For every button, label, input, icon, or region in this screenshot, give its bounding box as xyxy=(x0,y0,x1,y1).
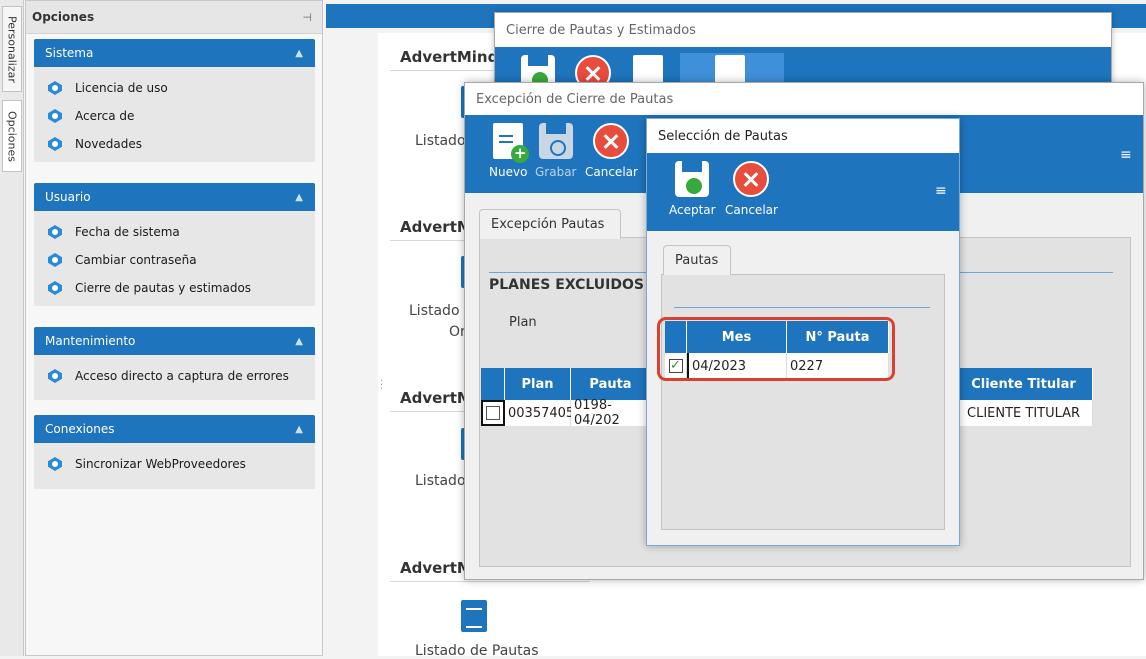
group-usuario: Usuario ▲ Fecha de sistema Cambiar contra… xyxy=(34,183,315,306)
option-acerca[interactable]: Acerca de xyxy=(34,102,315,130)
option-licencia[interactable]: Licencia de uso xyxy=(34,74,315,102)
option-label: Novedades xyxy=(75,137,143,151)
listado-pautas-label[interactable]: Listado de Pautas xyxy=(415,643,539,659)
group-sistema: Sistema ▲ Licencia de uso Acerca de Noved… xyxy=(34,39,315,162)
option-contrasena[interactable]: Cambiar contraseña xyxy=(34,246,315,274)
window-title: Cierre de Pautas y Estimados xyxy=(506,22,696,38)
chevron-up-icon[interactable]: ▲ xyxy=(295,192,303,203)
options-panel-header: Opciones ⊣ xyxy=(26,1,322,34)
cancelar-button[interactable]: Cancelar xyxy=(725,161,778,217)
option-sincronizar[interactable]: Sincronizar WebProveedores xyxy=(34,450,315,478)
option-fecha[interactable]: Fecha de sistema xyxy=(34,218,315,246)
menu-icon[interactable]: ≡ xyxy=(1120,147,1132,163)
group-title: Sistema xyxy=(45,46,94,60)
grid-header-pauta[interactable]: Pauta xyxy=(571,368,651,400)
cancel-icon xyxy=(733,161,770,197)
grabar-label: Grabar xyxy=(535,165,577,179)
group-mantenimiento: Mantenimiento ▲ Acceso directo a captura … xyxy=(34,327,315,400)
cancelar-label: Cancelar xyxy=(585,165,638,179)
tab-pautas[interactable]: Pautas xyxy=(663,245,731,275)
row-checkbox[interactable] xyxy=(481,400,505,426)
save-icon xyxy=(538,123,573,159)
option-cierre[interactable]: Cierre de pautas y estimados xyxy=(34,274,315,302)
highlight-annotation xyxy=(657,317,895,381)
listado-label[interactable]: Listado xyxy=(409,303,460,319)
group-header-conexiones[interactable]: Conexiones ▲ xyxy=(34,415,315,443)
option-icon xyxy=(47,224,63,240)
window-title: Selección de Pautas xyxy=(647,119,959,153)
section-title: AdvertM xyxy=(400,218,472,236)
group-header-mantenimiento[interactable]: Mantenimiento ▲ xyxy=(34,327,315,355)
section-title: AdvertMind xyxy=(400,48,499,66)
grid-cell[interactable]: 0198-04/202 xyxy=(571,398,651,428)
group-title: Usuario xyxy=(45,190,91,204)
tab-personalizar-label: Personalizar xyxy=(5,15,19,83)
window-title: Excepción de Cierre de Pautas xyxy=(465,83,1143,115)
option-icon xyxy=(47,456,63,472)
plan-label: Plan xyxy=(509,315,537,330)
new-document-icon: + xyxy=(493,123,530,163)
toolbar: Aceptar Cancelar ≡ xyxy=(647,153,959,231)
option-label: Sincronizar WebProveedores xyxy=(75,457,246,471)
cancelar-label: Cancelar xyxy=(725,203,778,217)
option-label: Cambiar contraseña xyxy=(75,253,197,267)
accept-icon xyxy=(675,161,710,197)
option-label: Acerca de xyxy=(75,109,135,123)
option-label: Licencia de uso xyxy=(75,81,168,95)
option-captura-errores[interactable]: Acceso directo a captura de errores xyxy=(34,362,315,390)
cancelar-button[interactable]: Cancelar xyxy=(585,123,638,179)
grid-cell[interactable]: CLIENTE TITULAR xyxy=(955,400,1093,426)
options-panel: Opciones ⊣ Sistema ▲ Licencia de uso Acer… xyxy=(25,0,323,656)
listado-label[interactable]: Listado xyxy=(415,133,466,149)
chevron-up-icon[interactable]: ▲ xyxy=(295,48,303,59)
pin-icon[interactable]: ⊣ xyxy=(302,11,312,24)
grid-header-plan[interactable]: Plan xyxy=(505,368,571,400)
section-title: AdvertM xyxy=(400,559,472,577)
aceptar-label: Aceptar xyxy=(669,203,716,217)
section-divider xyxy=(674,307,930,308)
grabar-button[interactable]: Grabar xyxy=(535,123,577,179)
menu-icon[interactable]: ≡ xyxy=(935,183,947,199)
option-icon xyxy=(47,108,63,124)
tab-pane xyxy=(661,274,945,530)
grid-cell[interactable]: 00357405 xyxy=(505,400,574,426)
option-label: Fecha de sistema xyxy=(75,225,180,239)
section-title: AdvertM xyxy=(400,389,472,407)
option-icon xyxy=(47,280,63,296)
group-header-sistema[interactable]: Sistema ▲ xyxy=(34,39,315,67)
chevron-up-icon[interactable]: ▲ xyxy=(295,424,303,435)
window-seleccion-pautas: Selección de Pautas Aceptar Cancelar ≡ P… xyxy=(646,118,960,546)
grid-header-cliente[interactable]: Cliente Titular xyxy=(955,368,1093,400)
group-title: Mantenimiento xyxy=(45,334,136,348)
tab-excepcion-pautas[interactable]: Excepción Pautas xyxy=(479,209,621,239)
vertical-tab-strip: Personalizar Opciones xyxy=(0,0,24,656)
option-icon xyxy=(47,368,63,384)
tab-opciones-label: Opciones xyxy=(5,110,19,162)
chevron-up-icon[interactable]: ▲ xyxy=(295,336,303,347)
section-divider xyxy=(390,581,590,582)
tab-opciones[interactable]: Opciones xyxy=(2,100,22,172)
option-icon xyxy=(47,80,63,96)
group-conexiones: Conexiones ▲ Sincronizar WebProveedores xyxy=(34,415,315,489)
listado-pautas-icon[interactable] xyxy=(461,600,487,632)
nuevo-label: Nuevo xyxy=(489,165,528,179)
group-header-usuario[interactable]: Usuario ▲ xyxy=(34,183,315,211)
cancel-icon xyxy=(593,123,630,159)
window-cierre-pautas: Cierre de Pautas y Estimados xyxy=(494,12,1112,93)
splitter-handle[interactable]: · · · xyxy=(380,377,383,395)
section-title: PLANES EXCLUIDOS xyxy=(489,277,644,293)
option-label: Cierre de pautas y estimados xyxy=(75,281,252,295)
tab-personalizar[interactable]: Personalizar xyxy=(2,6,22,92)
grid-header-select xyxy=(481,368,505,400)
option-label: Acceso directo a captura de errores xyxy=(75,369,289,383)
nuevo-button[interactable]: + Nuevo xyxy=(489,123,530,179)
options-panel-title: Opciones xyxy=(32,10,95,24)
option-icon xyxy=(47,252,63,268)
aceptar-button[interactable]: Aceptar xyxy=(669,161,716,217)
option-novedades[interactable]: Novedades xyxy=(34,130,315,158)
listado-label[interactable]: Listado xyxy=(415,473,466,489)
checkbox[interactable] xyxy=(486,406,500,420)
option-icon xyxy=(47,136,63,152)
group-title: Conexiones xyxy=(45,422,115,436)
